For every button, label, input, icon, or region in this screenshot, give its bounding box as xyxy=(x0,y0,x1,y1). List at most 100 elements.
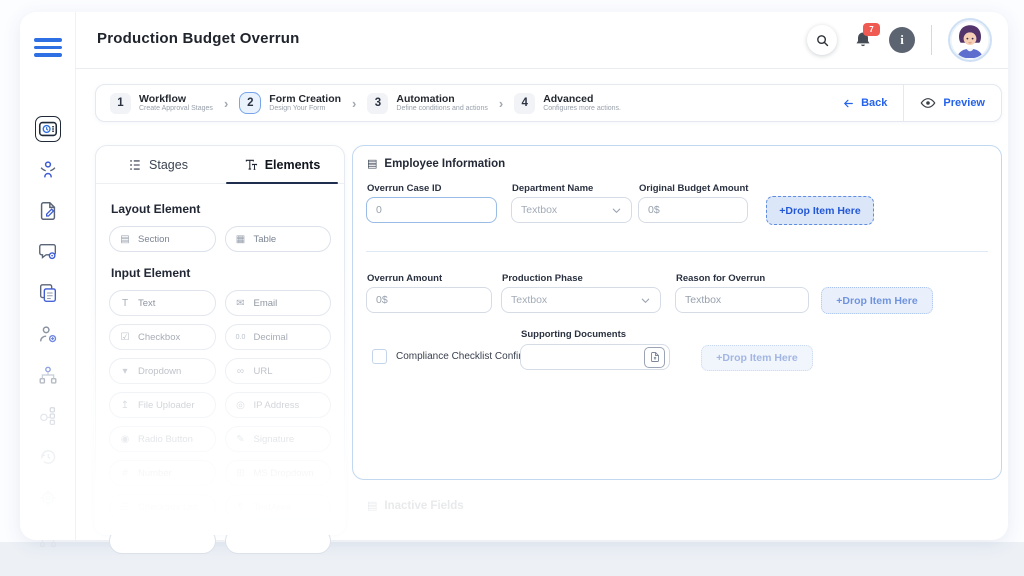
chevron-down-icon xyxy=(641,298,650,303)
palette-item-email[interactable]: ✉ Email xyxy=(224,290,331,316)
original-budget-input[interactable] xyxy=(638,197,748,223)
section-icon: ▤ xyxy=(120,233,130,245)
row-divider xyxy=(366,251,988,252)
drop-zone-1[interactable]: +Drop Item Here xyxy=(766,196,874,225)
compliance-checkbox[interactable] xyxy=(372,349,387,364)
layout-element-heading: Layout Element xyxy=(111,202,201,216)
sitemap-icon[interactable] xyxy=(35,526,61,552)
step-workflow[interactable]: 1 Workflow Create Approval Stages xyxy=(110,92,213,114)
drop-zone-2[interactable]: +Drop Item Here xyxy=(821,287,933,314)
workflow-stepper: 1 Workflow Create Approval Stages › 2 Fo… xyxy=(95,84,1002,122)
text-format-icon xyxy=(245,159,257,170)
inactive-fields-section: ▤ Inactive Fields xyxy=(367,499,464,513)
field-label: Production Phase xyxy=(502,273,583,284)
step-automation[interactable]: 3 Automation Define conditions and actio… xyxy=(367,92,488,114)
palette-item-section[interactable]: ▤ Section xyxy=(109,226,216,252)
notification-badge: 7 xyxy=(863,23,880,36)
palette-item-hidden xyxy=(109,528,216,554)
search-button[interactable] xyxy=(807,25,837,55)
reason-for-overrun-input[interactable] xyxy=(675,287,809,313)
top-bar: Production Budget Overrun 7 i xyxy=(75,12,1008,69)
input-element-heading: Input Element xyxy=(111,266,191,280)
section-icon: ▤ xyxy=(367,500,378,512)
section-icon: ▤ xyxy=(367,158,378,170)
supporting-documents-file-input[interactable] xyxy=(520,344,670,370)
inactive-fields-title: Inactive Fields xyxy=(384,499,464,512)
chevron-right-icon: › xyxy=(223,95,229,111)
form-canvas-section: ▤ Employee Information Overrun Case ID D… xyxy=(352,145,1002,480)
email-icon: ✉ xyxy=(236,297,245,309)
user-settings-icon[interactable] xyxy=(35,321,61,347)
field-label: Reason for Overrun xyxy=(676,273,766,284)
table-icon: ▦ xyxy=(235,233,246,245)
page-title: Production Budget Overrun xyxy=(97,30,300,47)
left-rail xyxy=(20,12,76,547)
palette-item-checkbox[interactable]: ☑ Checkbox xyxy=(109,324,216,350)
stages-list-icon xyxy=(130,159,140,170)
dashboard-clock-icon[interactable] xyxy=(34,116,61,142)
approval-flow-icon[interactable] xyxy=(35,157,61,183)
section-title: Employee Information xyxy=(384,157,506,170)
palette-item-radio-button[interactable]: ◉ Radio Button xyxy=(109,426,216,452)
number-icon: # xyxy=(122,467,128,479)
palette-item-number[interactable]: # Number xyxy=(109,460,216,486)
dropdown-icon: ▾ xyxy=(122,365,128,377)
file-upload-icon xyxy=(650,352,659,362)
palette-item-textarea[interactable]: ¶ TextArea xyxy=(224,494,331,520)
back-button[interactable]: Back xyxy=(826,97,903,110)
palette-item-text[interactable]: T Text xyxy=(109,290,216,316)
production-phase-select[interactable]: Textbox xyxy=(501,287,661,313)
search-icon xyxy=(816,34,828,46)
chevron-down-icon xyxy=(612,208,621,213)
notifications-button[interactable]: 7 xyxy=(853,23,880,50)
palette-item-signature[interactable]: ✎ Signature xyxy=(224,426,331,452)
info-icon: i xyxy=(900,32,904,47)
info-button[interactable]: i xyxy=(889,27,915,53)
workflow-nodes-icon[interactable] xyxy=(35,362,61,388)
decimal-icon: 0.0 xyxy=(235,333,246,341)
palette-item-checkbox-list[interactable]: ☰ Checkbox List xyxy=(109,494,216,520)
checkbox-list-icon: ☰ xyxy=(120,501,130,513)
palette-item-dropdown[interactable]: ▾ Dropdown xyxy=(109,358,216,384)
checkbox-icon: ☑ xyxy=(120,331,130,343)
history-icon[interactable] xyxy=(35,444,61,470)
palette-item-file-uploader[interactable]: ↥ File Uploader xyxy=(109,392,216,418)
link-icon: ∞ xyxy=(236,365,245,377)
modules-settings-icon[interactable] xyxy=(35,403,61,429)
eye-icon xyxy=(921,98,936,108)
palette-item-url[interactable]: ∞ URL xyxy=(224,358,331,384)
hamburger-menu-icon[interactable] xyxy=(34,38,62,61)
file-upload-icon: ↥ xyxy=(120,399,130,411)
copy-pages-icon[interactable] xyxy=(35,280,61,306)
multi-select-icon: ⊞ xyxy=(236,467,245,479)
form-edit-icon[interactable] xyxy=(35,198,61,224)
field-label: Supporting Documents xyxy=(521,329,627,340)
palette-item-decimal[interactable]: 0.0 Decimal xyxy=(224,324,331,350)
radio-icon: ◉ xyxy=(120,433,130,445)
text-icon: T xyxy=(121,297,129,309)
step-advanced[interactable]: 4 Advanced Configures more actions. xyxy=(514,92,621,114)
department-name-select[interactable]: Textbox xyxy=(511,197,632,223)
element-palette-panel: Stages Elements Layout Element ▤ Section … xyxy=(94,145,346,554)
step-form-creation[interactable]: 2 Form Creation Design Your Form xyxy=(239,92,341,114)
palette-item-ms-dropdown[interactable]: ⊞ MS Dropdown xyxy=(224,460,331,486)
palette-item-table[interactable]: ▦ Table xyxy=(224,226,331,252)
ip-address-icon: ◎ xyxy=(236,399,245,411)
chat-settings-icon[interactable] xyxy=(35,239,61,265)
field-label: Department Name xyxy=(512,183,594,194)
user-avatar[interactable] xyxy=(948,18,992,62)
palette-item-hidden xyxy=(224,528,331,554)
palette-item-ip-address[interactable]: ◎ IP Address xyxy=(224,392,331,418)
tab-stages[interactable]: Stages xyxy=(96,146,220,183)
chevron-right-icon: › xyxy=(498,95,504,111)
app-window: Production Budget Overrun 7 i 1 Workflow… xyxy=(20,12,1008,554)
overrun-amount-input[interactable] xyxy=(366,287,492,313)
preview-button[interactable]: Preview xyxy=(904,85,1001,121)
tab-elements[interactable]: Elements xyxy=(220,146,344,184)
signature-icon: ✎ xyxy=(236,433,245,445)
topbar-divider xyxy=(931,25,932,55)
drop-zone-3[interactable]: +Drop Item Here xyxy=(701,345,813,371)
overrun-case-id-input[interactable] xyxy=(366,197,497,223)
settings-gear-icon[interactable] xyxy=(35,485,61,511)
field-label: Original Budget Amount xyxy=(639,183,749,194)
